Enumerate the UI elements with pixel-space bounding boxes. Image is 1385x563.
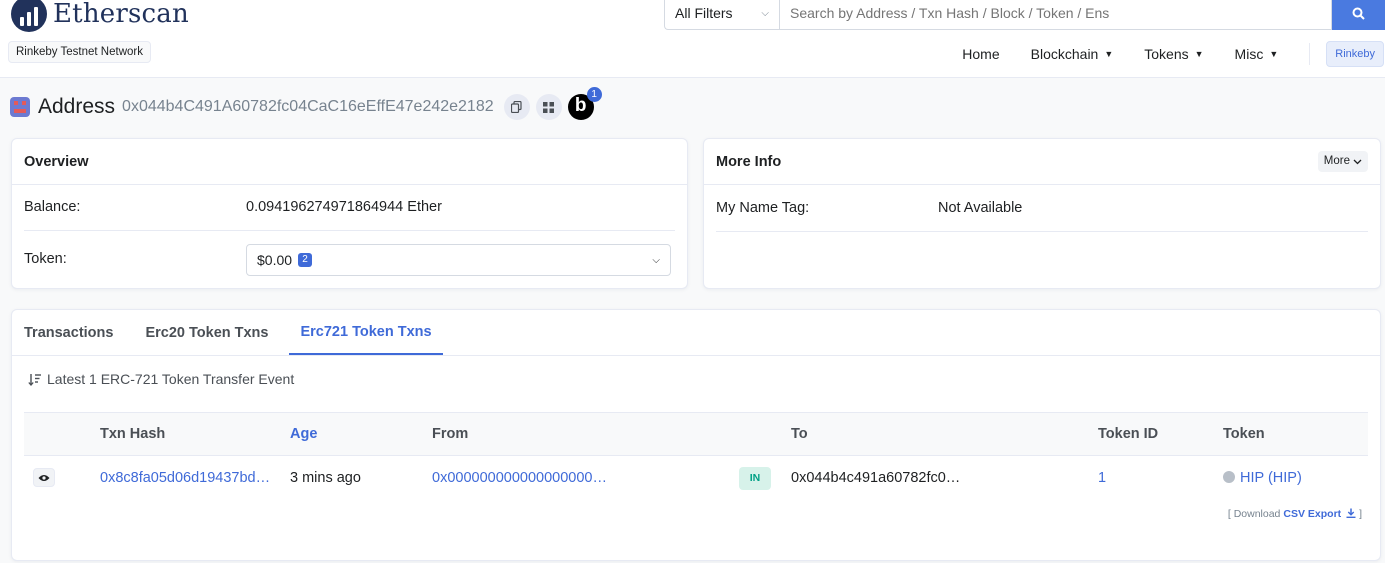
eye-icon bbox=[38, 474, 50, 481]
name-tag-value: Not Available bbox=[938, 200, 1023, 216]
sort-icon bbox=[28, 373, 41, 386]
more-info-title: More Info bbox=[716, 153, 782, 170]
tab-transactions[interactable]: Transactions bbox=[24, 310, 124, 355]
etherscan-logo-icon bbox=[11, 0, 47, 32]
copy-icon bbox=[511, 101, 522, 113]
transactions-card: Transactions Erc20 Token Txns Erc721 Tok… bbox=[11, 309, 1381, 561]
column-header-token-id: Token ID bbox=[1098, 426, 1159, 442]
txn-hash-link[interactable]: 0x8c8fa05d06d19437bd… bbox=[100, 457, 270, 499]
transfer-summary: Latest 1 ERC-721 Token Transfer Event bbox=[28, 371, 294, 387]
balance-value: 0.094196274971864944 Ether bbox=[246, 199, 442, 215]
chevron-down-icon: ⌵ bbox=[652, 254, 660, 266]
overview-header: Overview bbox=[12, 139, 687, 185]
tab-bar: Transactions Erc20 Token Txns Erc721 Tok… bbox=[12, 310, 1380, 356]
token-icon bbox=[1223, 471, 1235, 483]
table-header: Txn Hash Age From To Token ID Token bbox=[24, 412, 1368, 456]
page-title: Address bbox=[38, 95, 116, 118]
overview-card: Overview Balance: 0.094196274971864944 E… bbox=[11, 138, 688, 289]
txn-age: 3 mins ago bbox=[290, 470, 361, 486]
chevron-down-icon: ▼ bbox=[1194, 49, 1204, 59]
divider bbox=[24, 230, 675, 231]
nav-divider bbox=[1309, 43, 1311, 65]
network-badge: Rinkeby Testnet Network bbox=[8, 41, 151, 63]
search-button[interactable] bbox=[1332, 0, 1385, 30]
from-address-link[interactable]: 0x000000000000000000… bbox=[432, 457, 607, 499]
token-label: Token: bbox=[24, 251, 67, 267]
name-tag-label: My Name Tag: bbox=[716, 200, 810, 216]
transfer-summary-text: Latest 1 ERC-721 Token Transfer Event bbox=[47, 371, 295, 387]
search-icon bbox=[1352, 7, 1365, 20]
chevron-down-icon: ▼ bbox=[1269, 49, 1279, 59]
token-value: $0.00 bbox=[257, 252, 293, 268]
tab-erc721-token-txns[interactable]: Erc721 Token Txns bbox=[289, 310, 443, 355]
top-bar: Etherscan Rinkeby Testnet Network All Fi… bbox=[0, 0, 1385, 78]
name-tag-row: My Name Tag: bbox=[716, 200, 1368, 216]
divider bbox=[716, 231, 1368, 232]
token-count-badge: 2 bbox=[298, 253, 313, 267]
to-address: 0x044b4c491a60782fc0… bbox=[791, 470, 961, 486]
copy-address-button[interactable] bbox=[503, 94, 530, 120]
export-suffix: ] bbox=[1359, 508, 1362, 520]
token-holdings-dropdown[interactable]: $0.00 2 ⌵ bbox=[246, 244, 671, 276]
main-nav: Home Blockchain ▼ Tokens ▼ Misc ▼ Rinkeby bbox=[962, 41, 1385, 67]
balance-label: Balance: bbox=[24, 199, 81, 215]
more-info-card: More Info More My Name Tag: Not Availabl… bbox=[703, 138, 1381, 289]
column-header-to: To bbox=[791, 426, 808, 442]
more-info-header: More Info More bbox=[704, 139, 1380, 185]
notification-count: 1 bbox=[586, 87, 602, 102]
nav-blockchain[interactable]: Blockchain ▼ bbox=[1031, 46, 1114, 62]
search-bar: All Filters ⌵ bbox=[664, 0, 1385, 30]
more-dropdown-button[interactable]: More bbox=[1317, 151, 1368, 172]
chevron-down-icon: ▼ bbox=[1104, 49, 1114, 59]
etherscan-logo[interactable]: Etherscan bbox=[11, 0, 189, 32]
nav-misc[interactable]: Misc ▼ bbox=[1235, 46, 1279, 62]
network-switch-button[interactable]: Rinkeby bbox=[1326, 41, 1384, 67]
nav-tokens[interactable]: Tokens ▼ bbox=[1144, 46, 1203, 62]
qr-code-button[interactable] bbox=[535, 94, 562, 120]
brand-name: Etherscan bbox=[53, 0, 189, 29]
overview-title: Overview bbox=[24, 153, 89, 170]
export-prefix: [ Download bbox=[1227, 508, 1281, 520]
qr-code-icon bbox=[543, 101, 555, 113]
chevron-down-icon: ⌵ bbox=[761, 7, 769, 19]
download-export: [ Download CSV Export ] bbox=[1228, 508, 1362, 520]
tab-erc20-token-txns[interactable]: Erc20 Token Txns bbox=[134, 310, 279, 355]
download-icon bbox=[1346, 508, 1356, 519]
token-link[interactable]: HIP (HIP) bbox=[1223, 457, 1302, 499]
search-input[interactable] bbox=[779, 0, 1332, 30]
csv-export-link[interactable]: CSV Export bbox=[1283, 508, 1356, 520]
nav-home[interactable]: Home bbox=[962, 46, 999, 62]
address-identicon bbox=[10, 97, 30, 117]
direction-badge: IN bbox=[739, 467, 771, 490]
chevron-down-icon bbox=[1353, 159, 1362, 164]
column-header-age[interactable]: Age bbox=[290, 413, 317, 455]
address-hash: 0x044b4C491A60782fc04CaC16eEffE47e242e21… bbox=[122, 98, 494, 115]
column-header-txn-hash: Txn Hash bbox=[100, 426, 166, 442]
search-filter-label: All Filters bbox=[675, 5, 733, 21]
address-title-row: Address 0x044b4C491A60782fc04CaC16eEffE4… bbox=[10, 87, 602, 122]
blockscan-chat-button[interactable]: b 1 bbox=[567, 87, 602, 120]
table-row: 0x8c8fa05d06d19437bd… 3 mins ago 0x00000… bbox=[24, 457, 1368, 499]
search-filter-select[interactable]: All Filters ⌵ bbox=[664, 0, 779, 30]
column-header-from: From bbox=[432, 426, 469, 442]
token-id-link[interactable]: 1 bbox=[1098, 457, 1106, 499]
column-header-token: Token bbox=[1223, 426, 1265, 442]
view-details-button[interactable] bbox=[33, 468, 55, 487]
